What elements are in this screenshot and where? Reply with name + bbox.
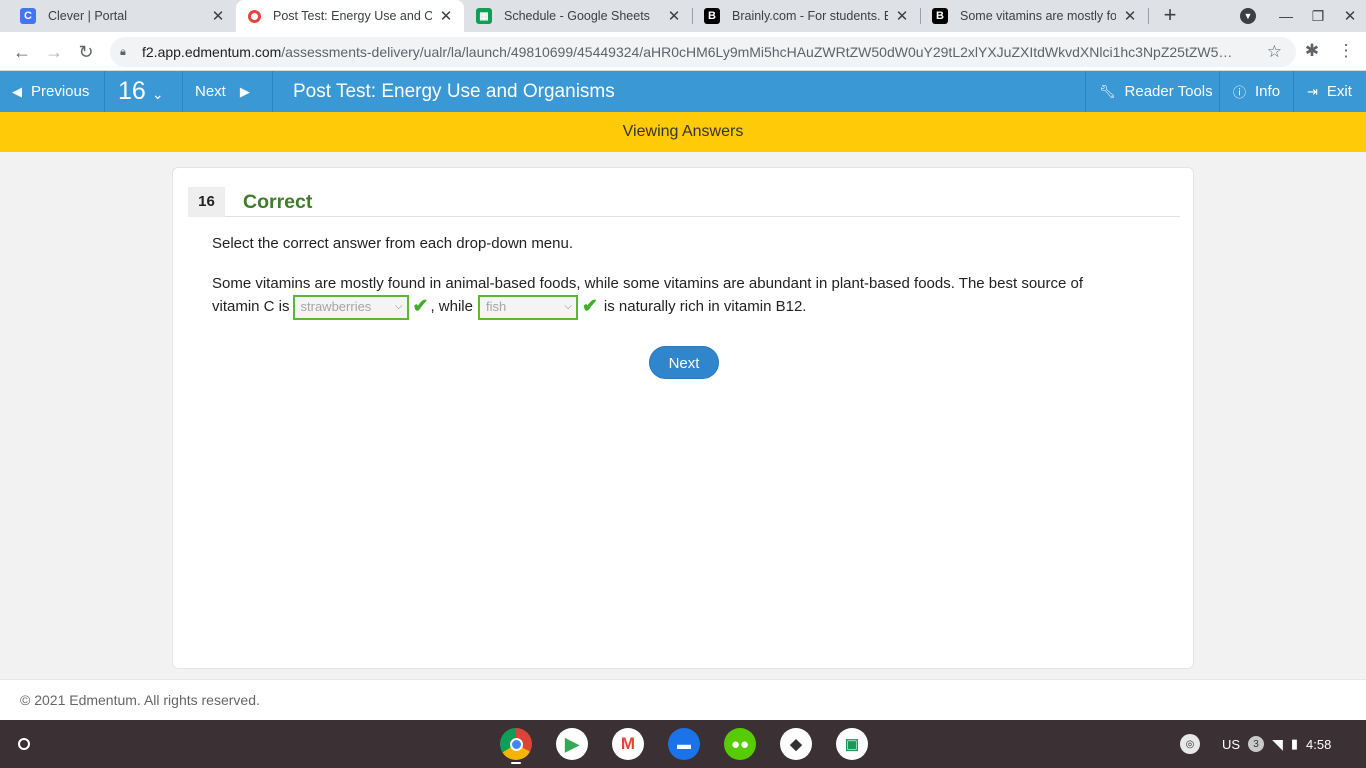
tab-google-sheets[interactable]: ▦ Schedule - Google Sheets ✕ xyxy=(464,0,692,32)
previous-button[interactable]: ◀ Previous xyxy=(0,71,105,112)
question-text-line: vitamin C is strawberries ⌵ ✔ , while fi… xyxy=(212,294,1112,320)
chrome-icon[interactable] xyxy=(500,728,532,760)
next-label: Next xyxy=(195,83,226,100)
next-question-button[interactable]: Next xyxy=(649,346,719,379)
os-shelf: ▶ M ▬ ●● ◆ ▣ xyxy=(0,720,1366,768)
info-button[interactable]: ⓘ Info xyxy=(1219,71,1293,112)
answer-dropdown-2[interactable]: fish ⌵ xyxy=(477,294,578,320)
google-sheets-icon: ▦ xyxy=(476,8,492,24)
tab-title: Schedule - Google Sheets xyxy=(504,9,650,23)
chevron-down-icon: ⌵ xyxy=(394,301,403,312)
tab-title: Brainly.com - For students. By xyxy=(732,9,888,23)
arrow-left-circle-icon: ◀ xyxy=(12,83,22,99)
test-header-bar: ◀ Previous 16 ⌄ Next ▶ Post Test: Energy… xyxy=(0,71,1366,112)
arrow-right-circle-icon: ▶ xyxy=(239,83,250,99)
question-stem: Some vitamins are mostly found in animal… xyxy=(212,273,1112,320)
answer-status: Correct xyxy=(243,191,313,213)
active-app-indicator xyxy=(511,762,521,764)
tab-separator xyxy=(1148,8,1149,24)
gmail-icon[interactable]: M xyxy=(612,728,644,760)
info-label: Info xyxy=(1255,83,1281,100)
tab-brainly[interactable]: B Brainly.com - For students. By ✕ xyxy=(692,0,920,32)
roblox-icon[interactable]: ◆ xyxy=(780,728,812,760)
close-icon[interactable]: ✕ xyxy=(666,7,682,25)
question-text: vitamin C is xyxy=(212,298,290,315)
question-number-selector[interactable]: 16 ⌄ xyxy=(105,71,183,112)
question-text: is naturally rich in vitamin B12. xyxy=(603,298,807,315)
back-arrow-icon[interactable]: ← xyxy=(8,38,36,66)
clever-logo-icon: C xyxy=(20,8,36,24)
tab-search-chevron-icon[interactable]: ▼ xyxy=(1232,0,1264,32)
next-header-button[interactable]: Next ▶ xyxy=(183,71,273,112)
classroom-icon[interactable]: ▣ xyxy=(836,728,868,760)
files-icon[interactable]: ▬ xyxy=(668,728,700,760)
reload-icon[interactable]: ↻ xyxy=(72,38,100,66)
dropdown-selected-value: strawberries xyxy=(300,299,372,314)
sign-out-icon: ⇥ xyxy=(1307,83,1318,99)
tab-title: Clever | Portal xyxy=(48,9,127,23)
url-host: f2.app.edmentum.com xyxy=(142,44,282,60)
lock-icon: 🔒︎ xyxy=(120,45,126,58)
bookmark-star-icon[interactable]: ☆ xyxy=(1267,42,1282,62)
chevron-down-icon: ⌄ xyxy=(151,86,164,102)
reader-tools-label: Reader Tools xyxy=(1124,83,1213,100)
launcher-icon[interactable] xyxy=(10,730,38,758)
wrench-icon: 🔧︎ xyxy=(1099,83,1116,99)
question-number: 16 xyxy=(118,77,146,105)
notification-count-badge: 3 xyxy=(1248,736,1265,752)
tab-post-test[interactable]: Post Test: Energy Use and Org ✕ xyxy=(236,0,464,32)
browser-tab-strip: C Clever | Portal ✕ Post Test: Energy Us… xyxy=(0,0,1366,32)
play-store-icon[interactable]: ▶ xyxy=(556,728,588,760)
minimize-icon[interactable]: — xyxy=(1270,0,1302,32)
question-number-badge: 16 xyxy=(188,187,225,217)
accessibility-icon[interactable]: ◎ xyxy=(1180,734,1200,754)
viewing-answers-banner: Viewing Answers xyxy=(0,112,1366,152)
page-footer: © 2021 Edmentum. All rights reserved. xyxy=(0,679,1366,720)
chevron-down-icon: ⌵ xyxy=(564,301,572,312)
checkmark-icon: ✔ xyxy=(581,296,598,317)
question-header: 16 Correct xyxy=(188,184,1180,217)
close-icon[interactable]: ✕ xyxy=(438,7,454,25)
question-instruction: Select the correct answer from each drop… xyxy=(212,235,574,252)
tab-brainly-question[interactable]: B Some vitamins are mostly fou ✕ xyxy=(920,0,1148,32)
tab-title: Post Test: Energy Use and Org xyxy=(273,9,432,23)
dropdown-selected-value: fish xyxy=(485,299,507,314)
answer-dropdown-1[interactable]: strawberries ⌵ xyxy=(292,294,409,320)
new-tab-plus-icon[interactable]: + xyxy=(1158,4,1182,28)
brainly-logo-icon: B xyxy=(704,8,720,24)
window-close-icon[interactable]: ✕ xyxy=(1334,0,1366,32)
duolingo-icon[interactable]: ●● xyxy=(724,728,756,760)
keyboard-layout: US xyxy=(1222,736,1241,752)
close-icon[interactable]: ✕ xyxy=(210,7,226,25)
clock: 4:58 xyxy=(1306,736,1332,752)
close-icon[interactable]: ✕ xyxy=(1122,7,1138,25)
url-path: /assessments-delivery/ualr/la/launch/498… xyxy=(281,44,1233,60)
question-text: , while xyxy=(430,298,473,315)
previous-label: Previous xyxy=(31,83,90,100)
question-card: 16 Correct Select the correct answer fro… xyxy=(172,167,1194,669)
test-title: Post Test: Energy Use and Organisms xyxy=(293,81,615,102)
status-tray[interactable]: US 3 ◥ ▮ 4:58 xyxy=(1222,732,1331,756)
address-bar[interactable]: 🔒︎ f2.app.edmentum.com/assessments-deliv… xyxy=(110,37,1296,67)
battery-icon: ▮ xyxy=(1290,736,1298,751)
exit-button[interactable]: ⇥ Exit xyxy=(1293,71,1366,112)
more-menu-icon[interactable]: ⋮ xyxy=(1336,41,1356,61)
reader-tools-button[interactable]: 🔧︎ Reader Tools xyxy=(1085,71,1219,112)
forward-arrow-icon[interactable]: → xyxy=(40,38,68,66)
wifi-icon: ◥ xyxy=(1272,735,1283,752)
tab-clever-portal[interactable]: C Clever | Portal ✕ xyxy=(8,0,236,32)
tab-title: Some vitamins are mostly fou xyxy=(960,9,1116,23)
exit-label: Exit xyxy=(1326,83,1352,100)
info-icon: ⓘ xyxy=(1233,85,1247,100)
brainly-logo-icon: B xyxy=(932,8,948,24)
browser-toolbar: ← → ↻ 🔒︎ f2.app.edmentum.com/assessments… xyxy=(0,32,1366,71)
edmentum-logo-icon xyxy=(248,9,261,23)
checkmark-icon: ✔ xyxy=(412,296,429,317)
extensions-puzzle-icon[interactable]: ✱ xyxy=(1302,41,1322,61)
close-icon[interactable]: ✕ xyxy=(894,7,910,25)
restore-icon[interactable]: ❐ xyxy=(1302,0,1334,32)
question-text-line: Some vitamins are mostly found in animal… xyxy=(212,275,1084,292)
